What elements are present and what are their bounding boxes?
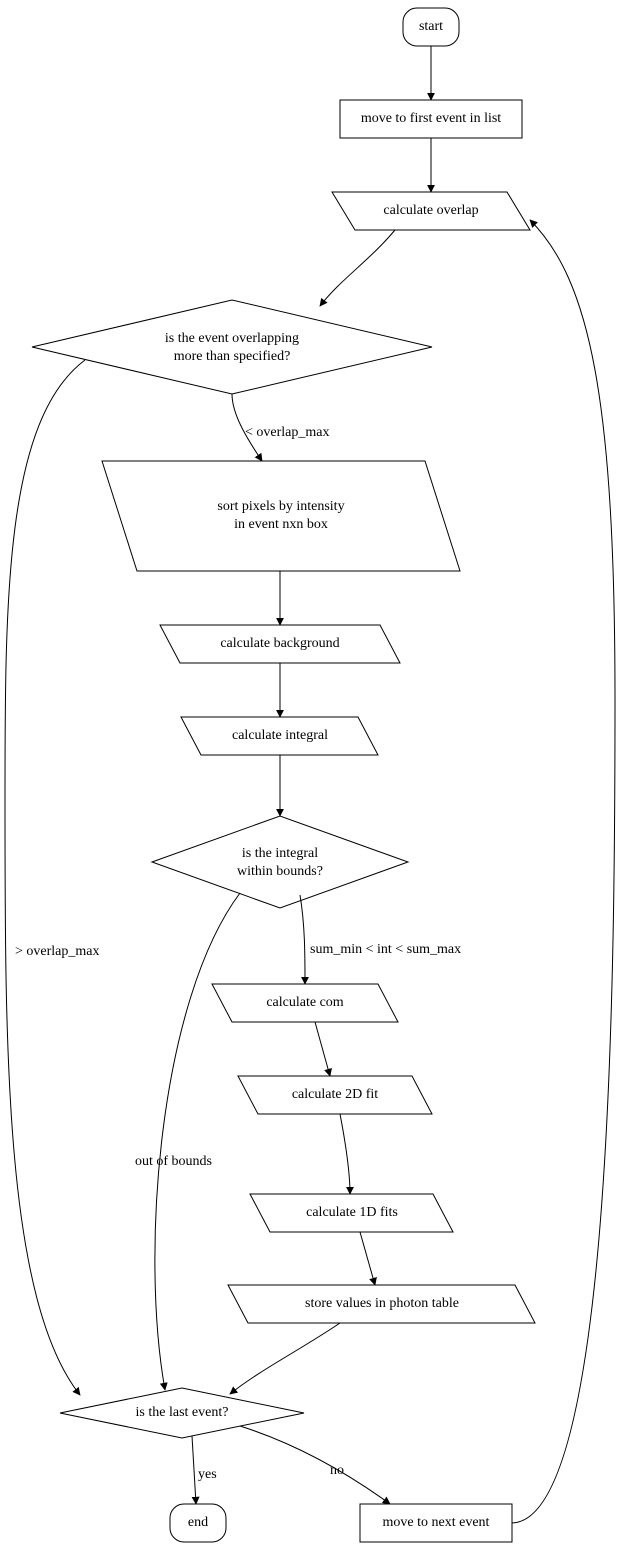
edge-lt-overlap-label: < overlap_max <box>245 425 329 440</box>
edge-gt-overlap-label: > overlap_max <box>15 944 99 959</box>
sort-pixels-line1: sort pixels by intensity <box>217 499 344 514</box>
edge-next-loop <box>512 220 615 1523</box>
calc-int-node: calculate integral <box>181 717 378 755</box>
integral-decision-line2: within bounds? <box>237 864 323 879</box>
edge-overlap-decision <box>320 230 395 306</box>
first-event-node: move to first event in list <box>340 100 522 138</box>
integral-decision-node: is the integral within bounds? <box>152 816 408 908</box>
edge-com-2d <box>315 1022 330 1076</box>
last-decision-label: is the last event? <box>136 1405 229 1420</box>
overlap-decision-line1: is the event overlapping <box>165 331 299 346</box>
overlap-decision-line2: more than specified? <box>174 349 291 364</box>
edge-last-no <box>240 1426 390 1504</box>
end-label: end <box>188 1515 208 1530</box>
edge-gt-overlap <box>5 360 85 1395</box>
edge-int-bad <box>155 893 240 1390</box>
calc-overlap-label: calculate overlap <box>383 203 478 218</box>
sort-pixels-node: sort pixels by intensity in event nxn bo… <box>102 461 460 571</box>
end-node: end <box>170 1504 226 1542</box>
store-node: store values in photon table <box>228 1285 535 1323</box>
edge-1d-store <box>360 1232 375 1285</box>
integral-decision-line1: is the integral <box>242 846 318 861</box>
overlap-decision-node: is the event overlapping more than speci… <box>32 300 432 394</box>
edge-store-last <box>230 1323 340 1394</box>
calc-com-label: calculate com <box>266 995 343 1010</box>
store-label: store values in photon table <box>305 1296 459 1311</box>
edge-last-yes <box>192 1436 196 1504</box>
sort-pixels-line2: in event nxn box <box>234 517 328 532</box>
calc-1d-node: calculate 1D fits <box>250 1194 453 1232</box>
start-node: start <box>403 8 459 46</box>
start-label: start <box>419 19 443 34</box>
edge-last-no-label: no <box>330 1463 344 1478</box>
calc-1d-label: calculate 1D fits <box>306 1205 398 1220</box>
next-event-node: move to next event <box>360 1504 512 1542</box>
calc-2d-label: calculate 2D fit <box>292 1087 378 1102</box>
calc-2d-node: calculate 2D fit <box>238 1076 432 1114</box>
calc-int-label: calculate integral <box>232 728 328 743</box>
next-event-label: move to next event <box>383 1515 490 1530</box>
calc-bg-node: calculate background <box>160 625 400 663</box>
edge-last-yes-label: yes <box>198 1467 217 1482</box>
last-decision-node: is the last event? <box>60 1388 304 1438</box>
edge-2d-1d <box>340 1114 350 1194</box>
edge-int-bad-label: out of bounds <box>135 1154 212 1169</box>
calc-bg-label: calculate background <box>220 636 339 651</box>
first-event-label: move to first event in list <box>361 111 501 126</box>
calc-overlap-node: calculate overlap <box>332 192 530 230</box>
edge-int-ok-label: sum_min < int < sum_max <box>310 942 461 957</box>
edge-int-ok <box>300 895 305 984</box>
calc-com-node: calculate com <box>212 984 398 1022</box>
